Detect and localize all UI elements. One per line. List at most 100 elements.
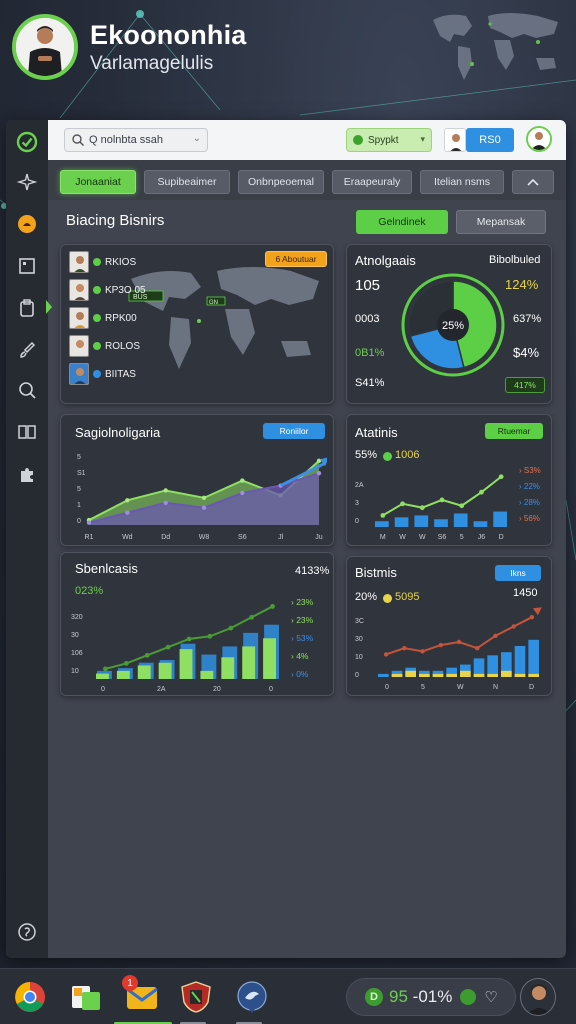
bar-yellow bbox=[432, 673, 444, 677]
search-input[interactable]: Q nolnbta ssah ⌄ bbox=[64, 128, 208, 152]
trend-point bbox=[420, 649, 425, 654]
trend-line bbox=[382, 475, 502, 517]
x-tick-label: J6 bbox=[478, 534, 486, 541]
activity-card-badge[interactable]: Rtuemar bbox=[485, 423, 543, 439]
tray-status-icon[interactable] bbox=[460, 989, 477, 1005]
trend-point bbox=[511, 624, 516, 629]
system-tray[interactable]: D 95 -01% ♡ bbox=[346, 978, 516, 1016]
mail-notification-badge: 1 bbox=[122, 975, 138, 991]
brush-icon[interactable] bbox=[15, 338, 39, 362]
files-app-icon[interactable] bbox=[68, 979, 104, 1015]
activity-stat-right: 1006 bbox=[395, 449, 420, 461]
y-tick-label: 0 bbox=[77, 518, 81, 525]
x-tick-label: 5 bbox=[421, 684, 425, 691]
bar-yellow bbox=[487, 673, 498, 677]
status-select[interactable]: Spypkt ▾ bbox=[346, 128, 432, 152]
bar-yellow bbox=[391, 673, 403, 677]
activity-card-title: Atatinis bbox=[355, 425, 398, 440]
profile-avatar[interactable] bbox=[12, 14, 78, 80]
area-card-badge[interactable]: Roniilor bbox=[263, 423, 325, 439]
trend-point bbox=[402, 646, 407, 651]
shield-app-icon[interactable] bbox=[178, 979, 214, 1015]
business-bar-chart: 3C 30 10 0 0 5 W N D bbox=[355, 607, 542, 691]
app-header: Ekoononhia Varlamagelulis bbox=[0, 0, 576, 110]
trend-point bbox=[439, 497, 445, 503]
person-row[interactable]: BIITAS bbox=[69, 363, 136, 385]
sales-card-title: Sbenlcasis bbox=[75, 561, 138, 576]
x-tick-label: S6 bbox=[238, 534, 247, 541]
chrome-icon[interactable] bbox=[12, 979, 48, 1015]
section-secondary-button[interactable]: Mepansak bbox=[456, 210, 546, 234]
tab-eraapeuraly[interactable]: Eraapeuraly bbox=[332, 170, 412, 194]
x-tick-label: W bbox=[419, 534, 426, 541]
section-title: Biacing Bisnirs bbox=[66, 212, 165, 229]
trend-point bbox=[493, 633, 498, 638]
bar-green bbox=[242, 646, 256, 679]
search-text: Q nolnbta ssah bbox=[89, 134, 163, 146]
sidebar-active-marker bbox=[46, 300, 52, 314]
square-icon[interactable] bbox=[15, 254, 39, 278]
bar-blue bbox=[514, 646, 526, 677]
side-value: › 56% bbox=[519, 514, 540, 523]
online-status-icon bbox=[93, 314, 101, 322]
business-card-badge[interactable]: Ikns bbox=[495, 565, 541, 581]
online-status-icon bbox=[93, 342, 101, 350]
user-avatar[interactable] bbox=[526, 126, 552, 152]
bar-blue bbox=[487, 655, 498, 677]
donut-center-label: 25% bbox=[442, 320, 464, 332]
tab-jonaaniat[interactable]: Jonaaniat bbox=[60, 170, 136, 194]
donut-card-title: Atnolgaais bbox=[355, 253, 416, 268]
primary-action-button[interactable]: RS0 bbox=[466, 128, 514, 152]
area-point bbox=[240, 478, 245, 483]
orange-circle-icon[interactable] bbox=[15, 212, 39, 236]
x-tick-label: 2A bbox=[157, 686, 166, 693]
bar-green bbox=[263, 638, 276, 679]
clipboard-icon[interactable] bbox=[15, 296, 39, 320]
tab-onbnpeoemal[interactable]: Onbnpeoemal bbox=[238, 170, 324, 194]
bar-yellow bbox=[460, 670, 471, 677]
sparkle-icon[interactable] bbox=[15, 170, 39, 194]
bar-yellow bbox=[419, 673, 430, 677]
contact-avatar[interactable] bbox=[444, 128, 466, 152]
search-icon[interactable] bbox=[15, 378, 39, 402]
bar-green bbox=[116, 670, 130, 679]
tab-supibeaimer[interactable]: Supibeaimer bbox=[144, 170, 230, 194]
people-card-badge[interactable]: 6 Aboutuar bbox=[265, 251, 327, 267]
y-tick-label: 0 bbox=[355, 672, 359, 679]
person-row[interactable]: KP3O 05 bbox=[69, 279, 146, 301]
person-name: KP3O 05 bbox=[105, 284, 146, 296]
tray-user-avatar[interactable] bbox=[520, 978, 556, 1016]
tab-itelian-nsms[interactable]: Itelian nsms bbox=[420, 170, 504, 194]
person-avatar bbox=[69, 335, 89, 357]
person-row[interactable]: RKIOS bbox=[69, 251, 136, 273]
settings-icon[interactable] bbox=[15, 920, 39, 944]
section-primary-button[interactable]: Gelndinek bbox=[356, 210, 448, 234]
y-tick-label: 2A bbox=[355, 482, 364, 489]
trend-point bbox=[249, 614, 255, 620]
chat-app-icon[interactable] bbox=[234, 979, 270, 1015]
check-circle-icon[interactable] bbox=[15, 130, 39, 154]
person-row[interactable]: RPK00 bbox=[69, 307, 137, 329]
x-tick-label: D bbox=[499, 534, 504, 541]
x-tick-label: Wd bbox=[122, 534, 133, 541]
area-point bbox=[125, 498, 130, 503]
person-name: ROLOS bbox=[105, 340, 141, 352]
area-point bbox=[240, 490, 245, 496]
tray-value-a: 95 bbox=[389, 987, 408, 1006]
x-tick-label: Dd bbox=[161, 534, 170, 541]
y-tick-label: 5 bbox=[77, 486, 81, 493]
puzzle-icon[interactable] bbox=[15, 462, 39, 486]
bar bbox=[493, 511, 507, 527]
bar bbox=[473, 521, 488, 527]
bar bbox=[414, 515, 429, 527]
y-tick-label: 0 bbox=[355, 518, 359, 525]
person-row[interactable]: ROLOS bbox=[69, 335, 140, 357]
tab-collapse-icon[interactable] bbox=[512, 170, 554, 194]
sales-card-top-right: 4133% bbox=[295, 565, 330, 577]
book-icon[interactable] bbox=[15, 420, 39, 444]
person-name: RPK00 bbox=[105, 312, 137, 324]
x-tick-label: W bbox=[457, 684, 464, 691]
heart-icon[interactable]: ♡ bbox=[484, 988, 497, 1006]
x-tick-label: 0 bbox=[101, 686, 105, 693]
brand-title: Ekoononhia bbox=[90, 20, 247, 50]
